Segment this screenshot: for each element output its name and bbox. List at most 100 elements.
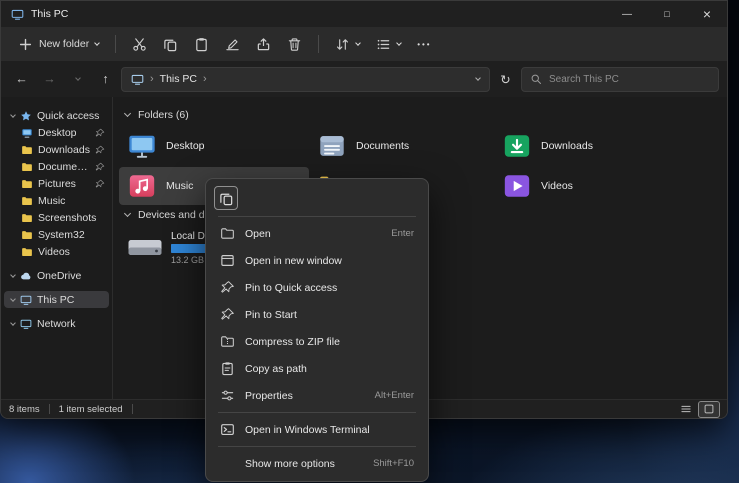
window-title: This PC <box>31 8 68 20</box>
sidebar-item-pictures[interactable]: Pictures <box>4 175 109 192</box>
quick-copy-button[interactable] <box>214 186 238 210</box>
sidebar-item-quick-access[interactable]: Quick access <box>4 107 109 124</box>
sidebar-item-music[interactable]: Music <box>4 192 109 209</box>
minimize-icon: — <box>622 9 632 20</box>
address-bar[interactable]: › This PC › <box>121 67 490 92</box>
up-button[interactable]: ↑ <box>93 67 118 91</box>
close-icon: × <box>703 6 711 22</box>
forward-button[interactable]: → <box>37 67 62 91</box>
separator <box>318 35 319 53</box>
pin-icon <box>95 145 105 155</box>
search-input[interactable] <box>549 74 710 85</box>
sidebar-item-system32[interactable]: System32 <box>4 226 109 243</box>
rename-icon <box>225 37 240 52</box>
sidebar-item-label: This PC <box>37 294 74 306</box>
ellipsis-icon: ••• <box>417 40 431 49</box>
monitor-icon <box>131 73 144 86</box>
breadcrumb-separator: › <box>150 73 154 85</box>
copy-icon <box>219 191 234 206</box>
menu-item-icon-spacer <box>220 456 235 471</box>
chevron-down-icon[interactable] <box>124 210 131 217</box>
up-icon: ↑ <box>102 72 108 86</box>
sidebar-item-label: Quick access <box>37 110 99 122</box>
folders-section-label: Folders (6) <box>138 109 189 121</box>
new-folder-button[interactable]: New folder <box>11 31 106 57</box>
menu-item-compress-to-zip[interactable]: Compress to ZIP file <box>210 328 424 355</box>
navigation-bar: ← → ↑ › This PC › ↻ <box>1 61 727 97</box>
back-icon: ← <box>15 72 28 86</box>
clipboard-icon <box>194 37 209 52</box>
pin-icon <box>220 307 235 322</box>
menu-item-open[interactable]: Open Enter <box>210 220 424 247</box>
sort-button[interactable] <box>328 31 367 57</box>
menu-item-properties[interactable]: Properties Alt+Enter <box>210 382 424 409</box>
menu-item-copy-as-path[interactable]: Copy as path <box>210 355 424 382</box>
close-button[interactable]: × <box>687 1 727 27</box>
chevron-down-icon[interactable] <box>124 110 131 117</box>
menu-item-label: Open in Windows Terminal <box>245 424 404 436</box>
sidebar-item-desktop[interactable]: Desktop <box>4 124 109 141</box>
chevron-down-icon[interactable] <box>10 272 16 278</box>
refresh-button[interactable]: ↻ <box>493 67 518 91</box>
menu-item-label: Open in new window <box>245 255 404 267</box>
search-box[interactable] <box>521 67 719 92</box>
menu-item-pin-to-quick-access[interactable]: Pin to Quick access <box>210 274 424 301</box>
menu-item-label: Copy as path <box>245 363 404 375</box>
chevron-down-icon <box>75 75 81 81</box>
item-count: 8 items <box>9 404 40 415</box>
copy-button[interactable] <box>156 31 185 57</box>
zip-icon <box>220 334 235 349</box>
chevron-down-icon[interactable] <box>10 296 16 302</box>
videos-tile-icon <box>502 171 532 201</box>
sidebar-group-gap <box>1 308 112 315</box>
sidebar-item-this-pc[interactable]: This PC <box>4 291 109 308</box>
sidebar-item-label: Music <box>38 195 65 207</box>
view-details-button[interactable] <box>676 402 696 417</box>
menu-item-show-more-options[interactable]: Show more options Shift+F10 <box>210 450 424 477</box>
menu-item-pin-to-start[interactable]: Pin to Start <box>210 301 424 328</box>
delete-button[interactable] <box>280 31 309 57</box>
menu-item-open-in-new-window[interactable]: Open in new window <box>210 247 424 274</box>
menu-item-label: Compress to ZIP file <box>245 336 404 348</box>
menu-item-label: Show more options <box>245 458 363 470</box>
folders-section-header[interactable]: Folders (6) <box>125 109 727 121</box>
share-button[interactable] <box>249 31 278 57</box>
sidebar-item-screenshots[interactable]: Screenshots <box>4 209 109 226</box>
minimize-button[interactable]: — <box>607 1 647 27</box>
separator <box>218 216 416 217</box>
context-menu-quick-actions <box>210 183 424 213</box>
address-dropdown-chevron-icon[interactable] <box>475 75 481 81</box>
sidebar-item-onedrive[interactable]: OneDrive <box>4 267 109 284</box>
chevron-down-icon[interactable] <box>10 320 16 326</box>
recent-locations-button[interactable] <box>65 67 90 91</box>
sidebar-item-videos[interactable]: Videos <box>4 243 109 260</box>
sidebar-item-downloads[interactable]: Downloads <box>4 141 109 158</box>
navigation-pane: Quick access Desktop Downloads Documents… <box>1 97 113 399</box>
folder-tile-videos[interactable]: Videos <box>494 167 684 205</box>
search-icon <box>530 73 542 85</box>
view-button[interactable] <box>369 31 408 57</box>
see-more-button[interactable]: ••• <box>410 31 438 57</box>
folder-name: Documents <box>356 140 409 152</box>
menu-item-open-in-windows-terminal[interactable]: Open in Windows Terminal <box>210 416 424 443</box>
window-controls: — □ × <box>607 1 727 27</box>
folder-tile-desktop[interactable]: Desktop <box>119 127 309 165</box>
view-large-icons-button[interactable] <box>699 402 719 417</box>
command-bar: New folder ••• <box>1 27 727 61</box>
cut-button[interactable] <box>125 31 154 57</box>
paste-button[interactable] <box>187 31 216 57</box>
folder-tile-documents[interactable]: Documents <box>309 127 494 165</box>
folder-tile-downloads[interactable]: Downloads <box>494 127 684 165</box>
chevron-down-icon[interactable] <box>10 112 16 118</box>
monitor-icon <box>20 294 32 306</box>
maximize-button[interactable]: □ <box>647 1 687 27</box>
rename-button[interactable] <box>218 31 247 57</box>
folder-icon <box>21 229 33 241</box>
back-button[interactable]: ← <box>9 67 34 91</box>
sidebar-item-documents[interactable]: Documents <box>4 158 109 175</box>
share-icon <box>256 37 271 52</box>
folder-icon <box>21 144 33 156</box>
sidebar-item-network[interactable]: Network <box>4 315 109 332</box>
breadcrumb-this-pc[interactable]: This PC <box>160 73 197 85</box>
title-bar[interactable]: This PC — □ × <box>1 1 727 27</box>
